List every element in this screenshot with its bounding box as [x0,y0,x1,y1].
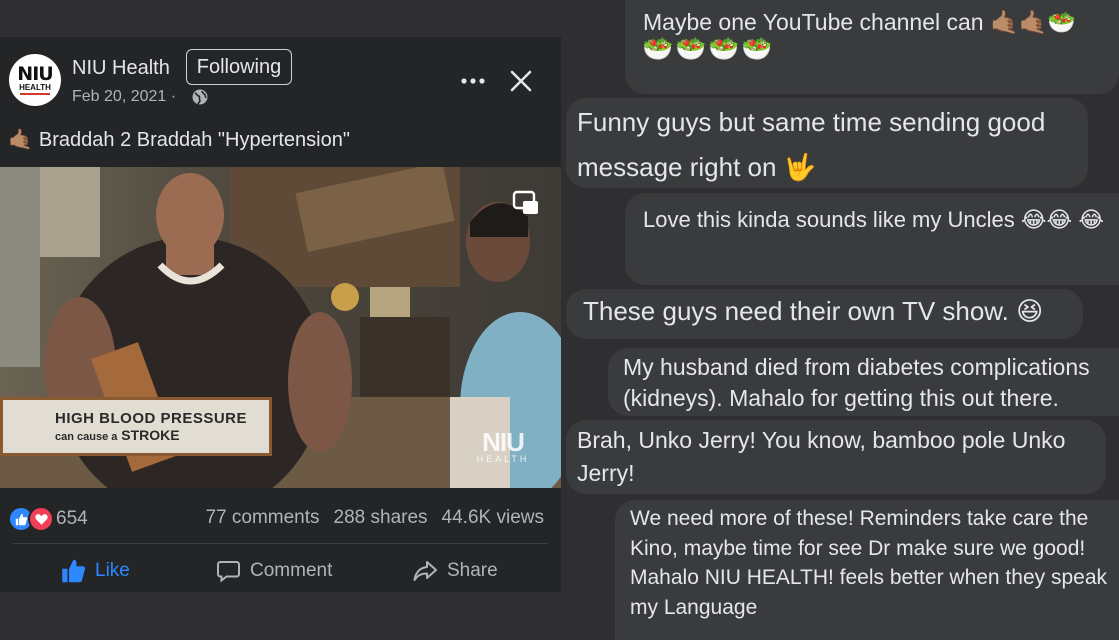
globe-icon [192,89,208,105]
avatar[interactable]: NIU HEALTH [9,54,61,106]
comment-bubble: These guys need their own TV show. 😆 [566,289,1083,339]
comment-emoji-line: 🥗🥗🥗🥗 [642,35,775,63]
comment-bubble: Maybe one YouTube channel can 🤙🏽🤙🏽🥗 🥗🥗🥗🥗 [625,0,1119,94]
share-label: Share [447,560,498,581]
comment-bubble: Funny guys but same time sending good me… [566,98,1088,188]
comment-text: Brah, Unko Jerry! You know, bamboo pole … [577,427,1066,486]
share-arrow-icon [413,561,437,581]
comments-count-link[interactable]: 77 comments [205,507,319,529]
lower-third-line1: HIGH BLOOD PRESSURE [55,410,248,427]
share-button[interactable]: Share [412,558,498,584]
picture-in-picture-icon[interactable] [512,190,540,216]
comment-bubble: Brah, Unko Jerry! You know, bamboo pole … [566,420,1106,494]
love-reaction-icon [28,506,54,532]
post-card: NIU HEALTH NIU Health Following Feb 20, … [0,0,561,592]
caption-text: Braddah 2 Braddah "Hypertension" [38,129,350,151]
comment-bubble: Love this kinda sounds like my Uncles 😂😂… [625,193,1119,285]
lower-third-prefix: can cause a [55,431,118,443]
post-date[interactable]: Feb 20, 2021 · [72,88,176,106]
comment-label: Comment [250,560,333,581]
watermark-logo: NIU [482,427,525,457]
lower-third-emphasis: STROKE [121,427,180,443]
comment-text: These guys need their own TV show. 😆 [583,296,1044,326]
reaction-summary[interactable]: 654 [8,506,88,532]
following-button[interactable]: Following [186,49,292,85]
comment-bubble-icon [217,561,240,583]
more-options-icon[interactable] [459,70,487,92]
like-button[interactable]: Like [61,558,130,584]
thumbs-up-icon [62,559,86,583]
like-label: Like [95,560,130,581]
page-name-link[interactable]: NIU Health [72,57,170,80]
comment-text: My husband died from diabetes complicati… [623,354,1090,411]
comment-text: Funny guys but same time sending good me… [577,107,1046,182]
comment-text: Maybe one YouTube channel can 🤙🏽🤙🏽🥗 [643,9,1076,35]
lower-third-line2: can cause a STROKE [55,427,269,443]
avatar-logo-text: NIU [17,62,53,85]
video-lower-third: HIGH BLOOD PRESSURE can cause a STROKE [0,397,272,456]
avatar-logo-bar [20,92,50,95]
comment-text: We need more of these! Reminders take ca… [630,507,1108,619]
reaction-count: 654 [56,508,88,529]
video-watermark: NIU HEALTH [468,427,538,464]
comment-text: Love this kinda sounds like my Uncles 😂😂… [643,207,1105,232]
watermark-subtext: HEALTH [476,454,530,464]
comment-button[interactable]: Comment [216,558,332,584]
shares-count-link[interactable]: 288 shares [334,507,428,529]
post-stats: 77 comments 288 shares 44.6K views [205,507,544,529]
comment-bubble: We need more of these! Reminders take ca… [615,500,1119,640]
close-icon[interactable] [509,69,533,93]
views-count: 44.6K views [441,507,544,528]
post-caption: 🤙🏽 Braddah 2 Braddah "Hypertension" [8,127,350,152]
shaka-emoji: 🤙🏽 [8,129,33,151]
avatar-logo-subtext: HEALTH [19,82,51,92]
actions-divider [13,543,548,544]
comment-bubble: My husband died from diabetes complicati… [608,348,1119,416]
